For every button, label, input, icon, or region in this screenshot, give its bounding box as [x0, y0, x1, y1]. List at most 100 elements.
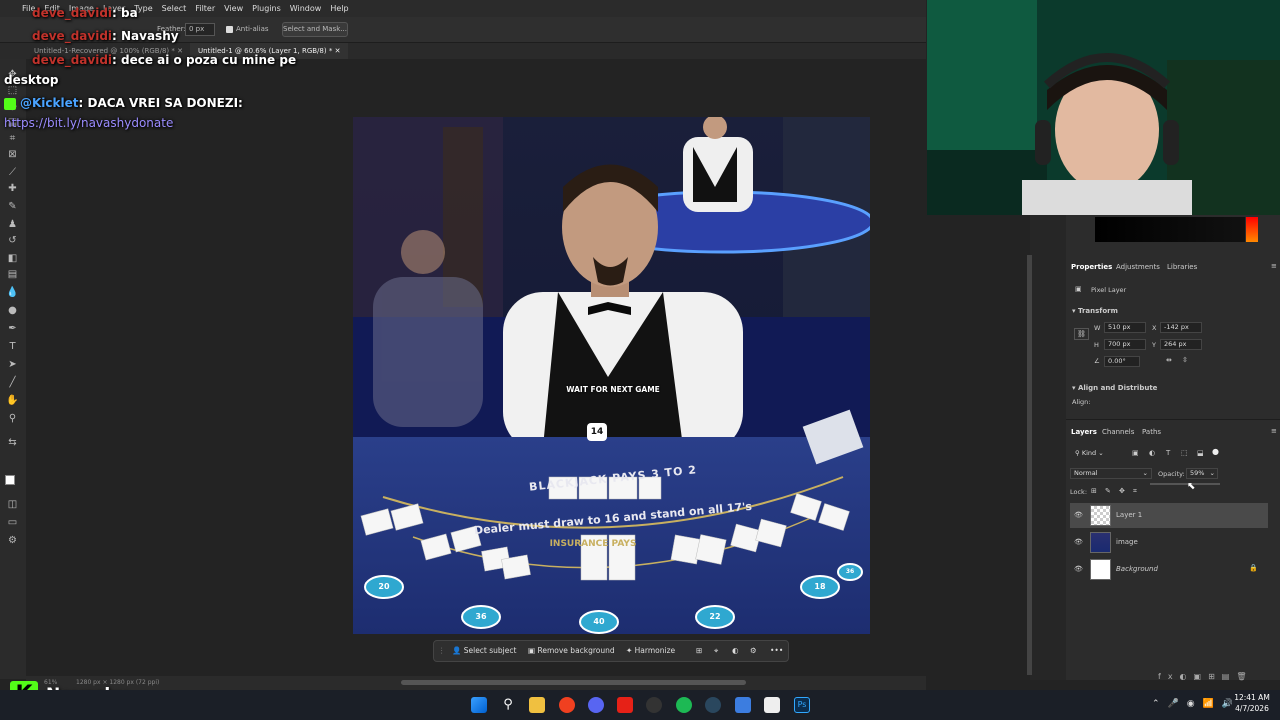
layer-name[interactable]: Layer 1	[1116, 511, 1142, 519]
filter-pixel-icon[interactable]: ▣	[1132, 449, 1139, 457]
blur-tool-icon[interactable]: 💧	[6, 287, 19, 299]
brave-browser-icon[interactable]	[559, 697, 575, 713]
gradient-tool-icon[interactable]: ▤	[6, 269, 19, 281]
panel-menu-icon[interactable]: ≡	[1271, 262, 1277, 270]
flip-horizontal-icon[interactable]: ⇹	[1166, 356, 1172, 364]
warp-icon[interactable]: ⌖	[714, 641, 718, 661]
lock-artboard-icon[interactable]: ⌗	[1133, 487, 1137, 496]
tools-panel: ✥ ⬚ ◌ ⬓ ⌗ ⊠ ⟋ ✚ ✎ ♟ ↺ ◧ ▤ 💧 ● ✒ T ➤ ╱ ✋ …	[0, 59, 26, 679]
healing-tool-icon[interactable]: ✚	[6, 183, 19, 195]
hue-slider[interactable]	[1246, 217, 1258, 242]
layer-row-layer-1[interactable]: 👁 Layer 1	[1070, 503, 1268, 528]
search-icon[interactable]: ⚲	[500, 697, 516, 713]
link-dimensions-icon[interactable]: ⛓	[1074, 328, 1089, 340]
steam-icon[interactable]	[705, 697, 721, 713]
insurance-text: INSURANCE PAYS	[549, 539, 637, 549]
select-subject-button[interactable]: 👤 Select subject	[452, 641, 516, 661]
layer-name[interactable]: Background	[1116, 565, 1158, 573]
chrome-icon[interactable]	[646, 697, 662, 713]
lock-position-icon[interactable]: ✥	[1119, 487, 1125, 495]
blend-mode-select[interactable]: Normal ⌄	[1070, 468, 1152, 479]
remove-background-button[interactable]: ▣ Remove background	[528, 641, 615, 661]
drag-handle-icon[interactable]: ⋮	[438, 641, 446, 661]
foreground-color-swatch[interactable]	[5, 475, 15, 485]
frame-tool-icon[interactable]: ⊠	[6, 149, 19, 161]
tab-channels[interactable]: Channels	[1102, 428, 1134, 436]
canvas-vertical-scrollbar[interactable]	[1027, 255, 1032, 675]
lock-transparent-icon[interactable]: ⊞	[1091, 487, 1097, 495]
swap-colors-icon[interactable]: ⇆	[6, 437, 19, 449]
spotify-icon[interactable]	[676, 697, 692, 713]
chat-message: deve_davidi: Navashy	[32, 29, 179, 43]
kind-filter-select[interactable]: ⚲ Kind ⌄	[1072, 449, 1124, 460]
zoom-tool-icon[interactable]: ⚲	[6, 413, 19, 425]
visibility-eye-icon[interactable]: 👁	[1074, 538, 1083, 546]
document-canvas[interactable]: WAIT FOR NEXT GAME 14 BLACKJACK PAYS 3 T…	[353, 117, 870, 634]
discord-icon[interactable]	[588, 697, 604, 713]
panel-menu-icon[interactable]: ≡	[1271, 427, 1277, 435]
transform-section[interactable]: ▾ Transform	[1072, 307, 1118, 315]
brush-tool-icon[interactable]: ✎	[6, 201, 19, 213]
filter-adjustment-icon[interactable]: ◐	[1149, 449, 1155, 457]
height-field[interactable]: 700 px	[1104, 339, 1146, 350]
line-tool-icon[interactable]: ╱	[6, 377, 19, 389]
adjust-icon[interactable]: ◐	[732, 641, 739, 661]
layers-footer-icons[interactable]: fx◐▣⊞▤🗑	[1158, 672, 1254, 681]
tab-properties[interactable]: Properties	[1071, 263, 1112, 271]
y-field[interactable]: 264 px	[1160, 339, 1202, 350]
opacity-field[interactable]: 59% ⌄	[1186, 468, 1218, 479]
color-picker-strip[interactable]	[1095, 217, 1245, 242]
tab-layers[interactable]: Layers	[1071, 428, 1097, 436]
tab-paths[interactable]: Paths	[1142, 428, 1161, 436]
flip-vertical-icon[interactable]: ⇳	[1182, 356, 1188, 364]
photoshop-taskbar-icon[interactable]: Ps	[794, 697, 810, 713]
filter-shape-icon[interactable]: ⬚	[1181, 449, 1188, 457]
donate-link[interactable]: https://bit.ly/navashydonate	[4, 116, 173, 130]
layer-row-image[interactable]: 👁 image	[1070, 530, 1268, 555]
tab-adjustments[interactable]: Adjustments	[1116, 263, 1160, 271]
visibility-eye-icon[interactable]: 👁	[1074, 565, 1083, 573]
opacity-value: 59%	[1190, 469, 1205, 477]
width-field[interactable]: 510 px	[1104, 322, 1146, 333]
notepad-icon[interactable]	[735, 697, 751, 713]
stamp-tool-icon[interactable]: ♟	[6, 219, 19, 231]
clock[interactable]: 12:41 AM 4/7/2026	[1226, 693, 1278, 713]
x-field[interactable]: -142 px	[1160, 322, 1202, 333]
chat-username: @Kicklet	[20, 96, 79, 110]
filter-toggle-icon[interactable]: ●	[1212, 447, 1219, 456]
capcut-icon[interactable]	[764, 697, 780, 713]
hand-tool-icon[interactable]: ✋	[6, 395, 19, 407]
opacity-label: Opacity:	[1158, 470, 1185, 478]
more-options-button[interactable]: •••	[770, 641, 783, 661]
filter-smart-object-icon[interactable]: ⬓	[1197, 449, 1204, 457]
history-brush-icon[interactable]: ↺	[6, 235, 19, 247]
layer-name[interactable]: image	[1116, 538, 1138, 546]
harmonize-button[interactable]: ✦ Harmonize	[626, 641, 675, 661]
filter-type-icon[interactable]: T	[1166, 449, 1170, 457]
align-section[interactable]: ▾ Align and Distribute	[1072, 384, 1157, 392]
lock-pixels-icon[interactable]: ✎	[1105, 487, 1111, 495]
settings-icon[interactable]: ⚙	[750, 641, 757, 661]
dodge-tool-icon[interactable]: ●	[6, 305, 19, 317]
quick-mask-icon[interactable]: ◫	[6, 499, 19, 511]
eyedropper-tool-icon[interactable]: ⟋	[6, 167, 19, 179]
start-icon[interactable]	[471, 697, 487, 713]
eraser-tool-icon[interactable]: ◧	[6, 253, 19, 265]
visibility-eye-icon[interactable]: 👁	[1074, 511, 1083, 519]
opacity-slider[interactable]	[1150, 483, 1220, 485]
path-select-tool-icon[interactable]: ➤	[6, 359, 19, 371]
chat-message-cont: desktop	[4, 73, 59, 87]
chat-username: deve_davidi	[32, 29, 113, 43]
youtube-icon[interactable]	[617, 697, 633, 713]
tab-libraries[interactable]: Libraries	[1167, 263, 1197, 271]
type-tool-icon[interactable]: T	[6, 341, 19, 353]
layer-row-background[interactable]: 👁 Background 🔒	[1070, 557, 1268, 582]
angle-field[interactable]: 0.00°	[1104, 356, 1140, 367]
stream-chat-overlay: deve_davidi: ba deve_davidi: Navashy dev…	[4, 0, 344, 140]
transform-icon[interactable]: ⊞	[696, 641, 702, 661]
file-explorer-icon[interactable]	[529, 697, 545, 713]
pen-tool-icon[interactable]: ✒	[6, 323, 19, 335]
horizontal-scrollbar[interactable]	[401, 680, 746, 685]
screen-mode-icon[interactable]: ▭	[6, 517, 19, 529]
edit-toolbar-icon[interactable]: ⚙	[6, 535, 19, 547]
